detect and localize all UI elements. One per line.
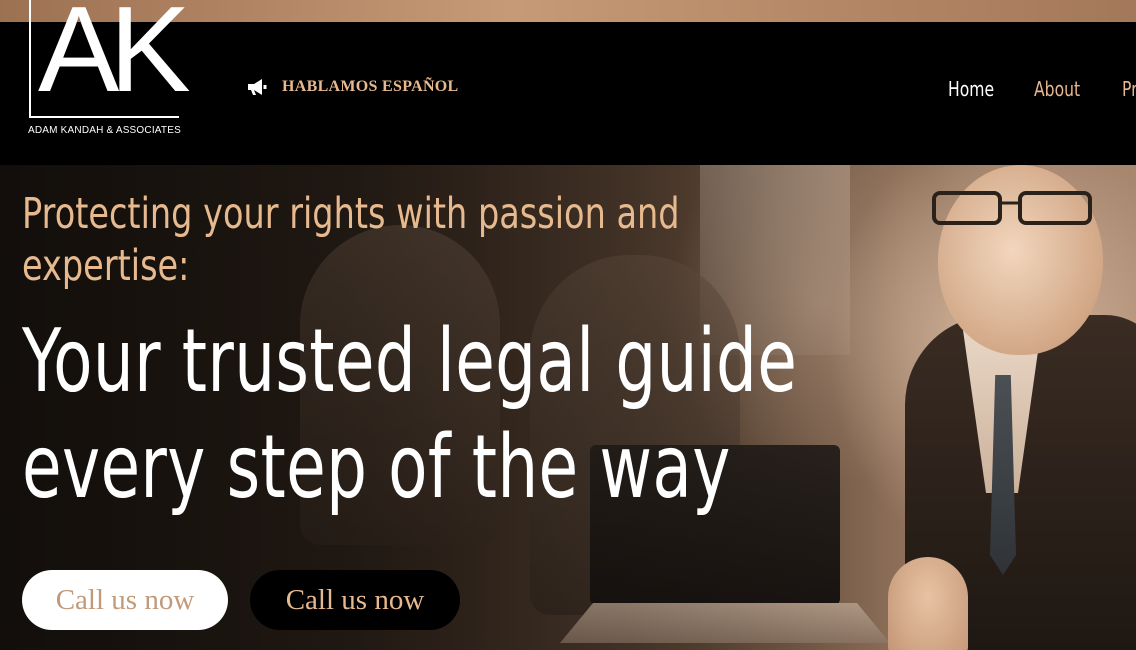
spanish-notice: HABLAMOS ESPAÑOL xyxy=(246,78,459,96)
logo-firm-name: ADAM KANDAH & ASSOCIATES xyxy=(28,125,181,136)
site-header: AK ADAM KANDAH & ASSOCIATES HABLAMOS ESP… xyxy=(0,0,1136,165)
logo-mark: AK xyxy=(38,0,191,117)
hero-headline: Your trusted legal guide every step of t… xyxy=(22,310,798,518)
hero-tagline: Protecting your rights with passion and … xyxy=(22,189,680,291)
nav-home-link[interactable]: Home xyxy=(948,77,994,101)
megaphone-icon xyxy=(248,79,267,95)
spanish-label: HABLAMOS ESPAÑOL xyxy=(282,78,459,95)
call-us-button-dark[interactable]: Call us now xyxy=(250,570,460,630)
call-us-button-light[interactable]: Call us now xyxy=(22,570,228,630)
nav-practice-link[interactable]: Pr xyxy=(1122,77,1136,101)
nav-about-link[interactable]: About xyxy=(1034,77,1080,101)
logo-frame-vertical xyxy=(29,0,31,117)
logo[interactable]: AK ADAM KANDAH & ASSOCIATES xyxy=(24,0,224,162)
